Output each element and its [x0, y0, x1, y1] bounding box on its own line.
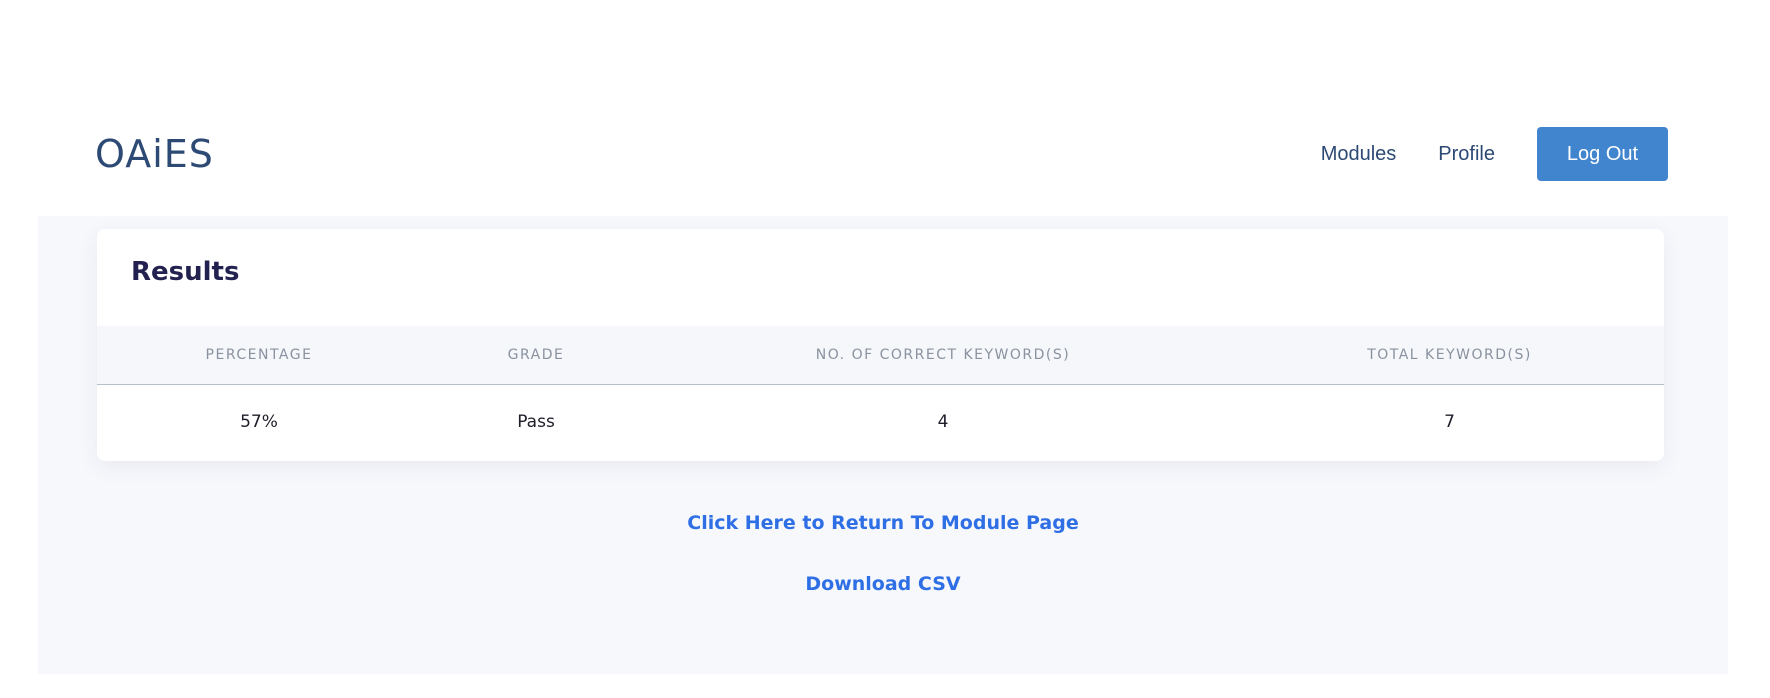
cell-correct-keywords: 4 — [937, 412, 949, 432]
results-table: PERCENTAGE GRADE NO. OF CORRECT KEYWORD(… — [97, 326, 1664, 459]
table-row: 57% Pass 4 7 — [97, 385, 1664, 460]
main-content: Results PERCENTAGE GRADE NO. OF CORRECT … — [38, 216, 1728, 674]
table-header-row: PERCENTAGE GRADE NO. OF CORRECT KEYWORD(… — [97, 326, 1664, 385]
column-header-percentage: PERCENTAGE — [97, 326, 421, 385]
cell-total-keywords: 7 — [1444, 412, 1455, 432]
nav-link-profile[interactable]: Profile — [1438, 143, 1495, 166]
top-navbar: OAiES Modules Profile Log Out — [0, 0, 1770, 216]
nav-links: Modules Profile Log Out — [1321, 127, 1668, 181]
column-header-total-keywords: TOTAL KEYWORD(S) — [1235, 326, 1664, 385]
nav-link-modules[interactable]: Modules — [1321, 143, 1397, 166]
brand-logo[interactable]: OAiES — [95, 128, 214, 180]
download-csv-link[interactable]: Download CSV — [38, 573, 1728, 595]
return-to-module-link[interactable]: Click Here to Return To Module Page — [38, 512, 1728, 534]
logout-button[interactable]: Log Out — [1537, 127, 1668, 181]
results-card: Results PERCENTAGE GRADE NO. OF CORRECT … — [97, 229, 1664, 461]
cell-grade: Pass — [517, 412, 555, 432]
results-title: Results — [131, 257, 240, 287]
column-header-correct-keywords: NO. OF CORRECT KEYWORD(S) — [651, 326, 1235, 385]
cell-percentage: 57% — [240, 412, 278, 432]
column-header-grade: GRADE — [421, 326, 651, 385]
